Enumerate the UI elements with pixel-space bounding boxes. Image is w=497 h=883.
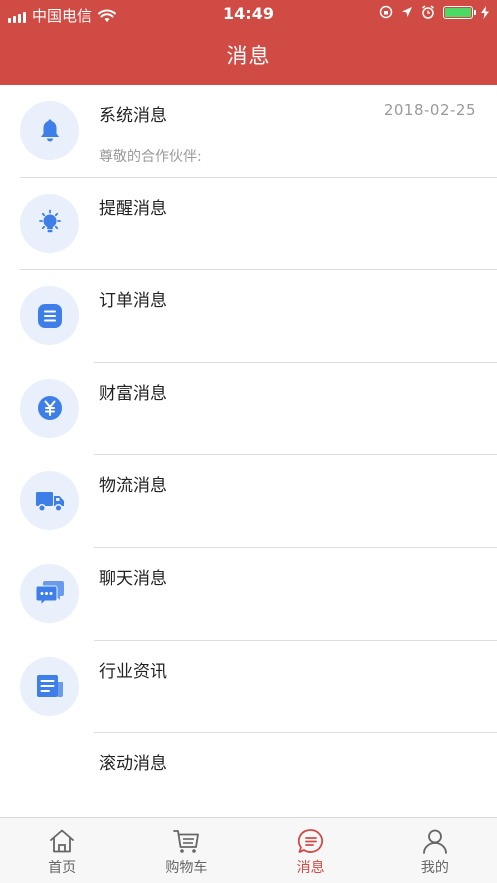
page-title: 消息 xyxy=(226,44,271,68)
top-bar: 中国电信 14:49 消息 xyxy=(0,0,497,85)
tab-label: 购物车 xyxy=(165,860,208,876)
truck-icon xyxy=(20,471,79,531)
message-list: 系统消息 2018-02-25 尊敬的合作伙伴: 提醒消息 订单消息 财富消息 … xyxy=(0,85,497,826)
home-icon xyxy=(50,829,75,853)
message-row-scrolling[interactable]: 滚动消息 xyxy=(0,733,497,826)
status-bar: 中国电信 14:49 xyxy=(0,0,497,28)
message-date: 2018-02-25 xyxy=(383,101,476,119)
tab-profile[interactable]: 我的 xyxy=(373,818,497,883)
newspaper-icon xyxy=(20,656,79,716)
message-title: 系统消息 xyxy=(99,106,167,126)
order-list-icon xyxy=(20,286,79,346)
battery-icon xyxy=(443,5,476,19)
message-title: 订单消息 xyxy=(99,291,167,312)
message-row-chat[interactable]: 聊天消息 xyxy=(0,548,497,641)
chat-bubbles-icon xyxy=(20,563,79,623)
lightbulb-icon xyxy=(20,193,79,253)
message-title: 滚动消息 xyxy=(99,754,167,775)
message-row-logistics[interactable]: 物流消息 xyxy=(0,455,497,548)
tab-cart[interactable]: 购物车 xyxy=(124,818,248,883)
message-icon xyxy=(297,829,323,853)
message-title: 财富消息 xyxy=(99,383,167,404)
tab-label: 消息 xyxy=(296,860,325,876)
message-row-wealth[interactable]: 财富消息 xyxy=(0,363,497,456)
message-row-reminder[interactable]: 提醒消息 xyxy=(0,178,497,271)
message-row-order[interactable]: 订单消息 xyxy=(0,270,497,363)
tab-bar: 首页 购物车 消息 我的 xyxy=(0,817,497,883)
charging-icon xyxy=(481,5,489,19)
message-title: 物流消息 xyxy=(99,476,167,497)
location-icon xyxy=(402,7,412,17)
tab-home[interactable]: 首页 xyxy=(0,818,124,883)
message-preview: 尊敬的合作伙伴: xyxy=(99,149,202,165)
message-title: 提醒消息 xyxy=(99,198,167,219)
message-title: 聊天消息 xyxy=(99,568,167,589)
message-row-industry-news[interactable]: 行业资讯 xyxy=(0,641,497,734)
tab-label: 首页 xyxy=(48,860,77,876)
cart-icon xyxy=(173,830,200,853)
yen-coin-icon xyxy=(20,378,79,438)
tab-messages[interactable]: 消息 xyxy=(249,818,373,883)
alarm-icon xyxy=(422,5,434,19)
message-row-system[interactable]: 系统消息 2018-02-25 尊敬的合作伙伴: xyxy=(0,85,497,178)
bell-icon xyxy=(20,101,79,160)
user-icon xyxy=(422,829,447,854)
message-title: 行业资讯 xyxy=(99,661,167,682)
rotation-lock-icon xyxy=(379,5,393,19)
tab-label: 我的 xyxy=(420,860,449,876)
